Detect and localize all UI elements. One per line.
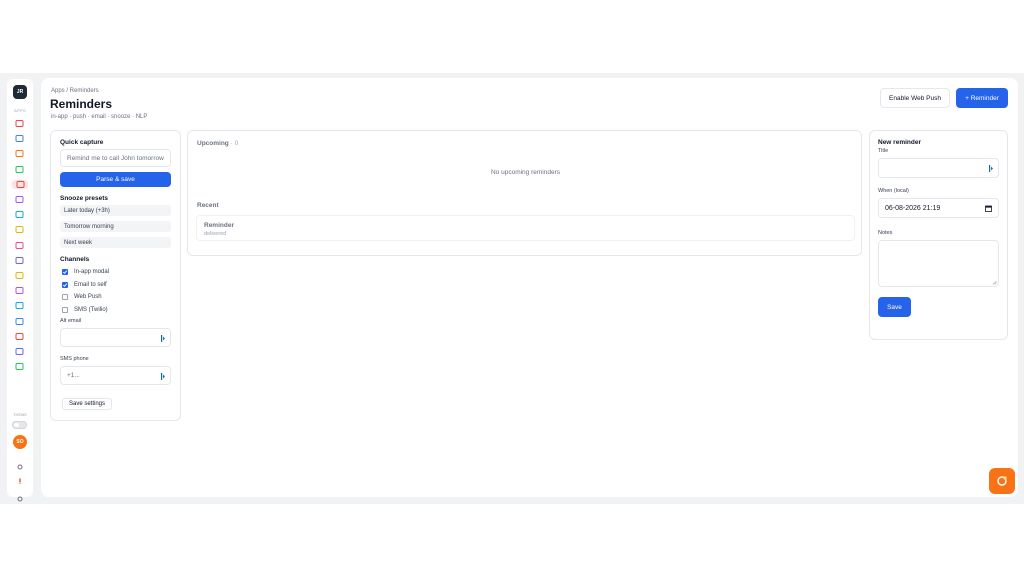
calendar-icon[interactable] <box>985 205 992 212</box>
sms-phone-placeholder: +1... <box>67 372 80 379</box>
when-value: 06-08-2026 21:19 <box>885 204 941 212</box>
quick-capture-card: Quick capture Remind me to call John tom… <box>50 130 181 421</box>
channel-label: Email to self <box>74 282 107 288</box>
parse-save-button[interactable]: Parse & save <box>60 172 171 187</box>
image-icon[interactable] <box>15 286 24 295</box>
enable-web-push-button[interactable]: Enable Web Push <box>880 88 950 108</box>
password-manager-icon[interactable] <box>161 335 165 342</box>
grid-icon[interactable] <box>15 347 24 356</box>
assistant-icon <box>997 476 1007 486</box>
sidebar: JR APPS THEME SO <box>7 79 33 502</box>
upcoming-count: · 0 <box>230 140 239 147</box>
quick-capture-title: Quick capture <box>60 139 104 146</box>
lock-icon[interactable] <box>15 225 24 234</box>
reminder-title-input[interactable] <box>878 158 999 178</box>
users-icon[interactable] <box>15 241 24 250</box>
logout-icon[interactable] <box>17 489 23 502</box>
cloud-icon[interactable] <box>15 210 24 219</box>
notes-label: Notes <box>878 230 893 236</box>
snooze-preset-tomorrow-morning[interactable]: Tomorrow morning <box>60 221 171 232</box>
resize-handle-icon[interactable] <box>992 280 997 285</box>
note-icon[interactable] <box>15 271 24 280</box>
new-reminder-title: New reminder <box>878 139 921 146</box>
quick-capture-input[interactable]: Remind me to call John tomorrow <box>60 149 171 167</box>
headphones-icon[interactable] <box>15 195 24 204</box>
checkbox-unchecked-icon[interactable] <box>62 294 68 300</box>
theme-toggle[interactable] <box>12 421 27 429</box>
sms-phone-input[interactable]: +1... <box>60 366 171 385</box>
channel-in-app-modal[interactable]: In-app modal <box>62 268 109 276</box>
channel-label: In-app modal <box>74 269 110 275</box>
app-shell: JR APPS THEME SO Apps / Reminders Remind… <box>0 73 1024 504</box>
when-datetime-input[interactable]: 06-08-2026 21:19 <box>878 198 999 218</box>
channel-email-to-self[interactable]: Email to self <box>62 281 107 289</box>
snooze-preset-next-week[interactable]: Next week <box>60 237 171 248</box>
checkbox-checked-icon[interactable] <box>62 269 68 275</box>
user-avatar[interactable]: SO <box>13 435 27 449</box>
password-manager-icon[interactable] <box>989 165 993 172</box>
empty-state-message: No upcoming reminders <box>490 169 560 176</box>
main-panel: Apps / Reminders Reminders in-app · push… <box>41 78 1018 497</box>
channels-title: Channels <box>60 256 90 263</box>
mail-icon[interactable] <box>15 119 24 128</box>
quick-capture-placeholder: Remind me to call John tomorrow <box>67 154 164 162</box>
apps-label: APPS <box>14 108 26 113</box>
snooze-presets-title: Snooze presets <box>60 195 109 202</box>
save-settings-button[interactable]: Save settings <box>62 398 112 410</box>
recent-list-item[interactable]: Reminder delivered <box>196 215 855 241</box>
when-label: When (local) <box>878 188 909 194</box>
add-reminder-button[interactable]: + Reminder <box>956 88 1008 108</box>
upcoming-title-text: Upcoming <box>197 140 229 147</box>
bar-chart-icon[interactable] <box>15 317 24 326</box>
settings-icon[interactable] <box>17 457 23 470</box>
upcoming-card: Upcoming · 0 No upcoming reminders Recen… <box>187 130 862 256</box>
calendar-icon[interactable] <box>15 149 24 158</box>
upcoming-title: Upcoming · 0 <box>197 140 238 147</box>
checkbox-checked-icon[interactable] <box>62 282 68 288</box>
save-reminder-button[interactable]: Save <box>878 297 911 317</box>
channel-web-push[interactable]: Web Push <box>62 293 102 301</box>
recent-item-status: delivered <box>204 231 227 237</box>
theme-label: THEME <box>13 412 27 417</box>
document-icon[interactable] <box>15 256 24 265</box>
help-icon[interactable] <box>15 332 24 341</box>
alt-email-input[interactable] <box>60 328 171 347</box>
breadcrumb[interactable]: Apps / Reminders <box>51 88 99 94</box>
alert-icon[interactable] <box>17 471 23 484</box>
video-icon[interactable] <box>15 301 24 310</box>
checkbox-unchecked-icon[interactable] <box>62 307 68 313</box>
notes-textarea[interactable] <box>878 240 999 287</box>
channel-label: Web Push <box>74 294 102 300</box>
recent-item-title: Reminder <box>204 222 234 229</box>
alt-email-label: Alt email <box>60 318 82 324</box>
checkbox-icon[interactable] <box>15 165 24 174</box>
floating-assistant-button[interactable] <box>989 468 1015 494</box>
bell-icon[interactable] <box>12 179 28 189</box>
title-field-label: Title <box>878 148 889 154</box>
password-manager-icon[interactable] <box>161 373 165 380</box>
snooze-preset-later-today[interactable]: Later today (+3h) <box>60 205 171 216</box>
sms-phone-label: SMS phone <box>60 356 89 362</box>
user-plus-icon[interactable] <box>15 134 24 143</box>
channel-label: SMS (Twilio) <box>74 307 108 313</box>
workspace-avatar[interactable]: JR <box>13 85 27 99</box>
new-reminder-card: New reminder Title When (local) 06-08-20… <box>869 130 1008 340</box>
page-title: Reminders <box>50 97 113 111</box>
recent-title: Recent <box>197 202 219 209</box>
page-subtitle: in-app · push · email · snooze · NLP <box>51 114 148 120</box>
channel-sms-twilio[interactable]: SMS (Twilio) <box>62 306 108 314</box>
sheet-icon[interactable] <box>15 362 24 371</box>
